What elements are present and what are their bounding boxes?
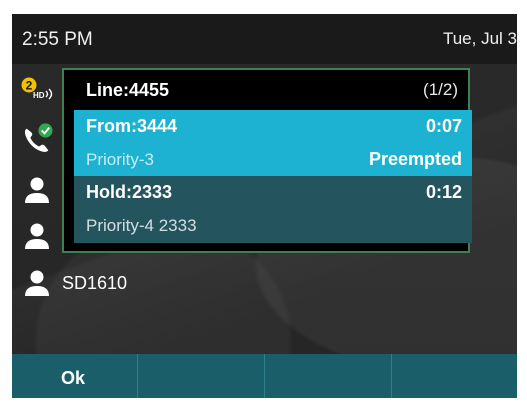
hd-label: HD xyxy=(33,91,45,100)
popup-header: Line:4455 (1/2) xyxy=(64,70,468,110)
call-state: Preempted xyxy=(368,149,462,169)
hd-audio-icon: 2 HD xyxy=(20,72,54,104)
speed-dial-contact-icon[interactable] xyxy=(20,267,54,299)
status-bar: 2:55 PM Tue, Jul 3 xyxy=(12,14,517,64)
call-priority: Priority-3 xyxy=(86,150,155,169)
ok-softkey[interactable]: Ok xyxy=(12,354,138,398)
call-caller: From:3444 xyxy=(86,116,178,136)
softkey-bar: Ok xyxy=(12,354,517,398)
hd-badge-count: 2 xyxy=(26,79,33,93)
softkey-4[interactable] xyxy=(393,354,517,398)
status-time: 2:55 PM xyxy=(22,29,93,50)
call-timer: 0:12 xyxy=(425,182,462,202)
softkey-3[interactable] xyxy=(266,354,392,398)
status-date: Tue, Jul 3 xyxy=(442,29,517,48)
phone-check-icon xyxy=(20,122,54,154)
page-counter: (1/2) xyxy=(423,80,458,99)
contact-icon xyxy=(20,220,54,252)
phone-screen: 2:55 PM Tue, Jul 3 2 HD SD1610 Line:4455… xyxy=(12,14,517,398)
speed-dial-label[interactable]: SD1610 xyxy=(62,273,127,294)
call-priority: Priority-4 2333 xyxy=(86,216,197,235)
contact-icon xyxy=(20,174,54,206)
call-timer: 0:07 xyxy=(425,116,462,136)
held-call-row[interactable]: Hold:2333 0:12 Priority-4 2333 xyxy=(74,176,472,243)
line-label: Line:4455 xyxy=(86,80,170,100)
active-call-row[interactable]: From:3444 0:07 Priority-3 Preempted xyxy=(74,110,472,177)
call-popup: Line:4455 (1/2) From:3444 0:07 Priority-… xyxy=(62,68,472,253)
softkey-2[interactable] xyxy=(139,354,265,398)
ok-softkey-label: Ok xyxy=(61,368,86,388)
call-caller: Hold:2333 xyxy=(86,182,173,202)
